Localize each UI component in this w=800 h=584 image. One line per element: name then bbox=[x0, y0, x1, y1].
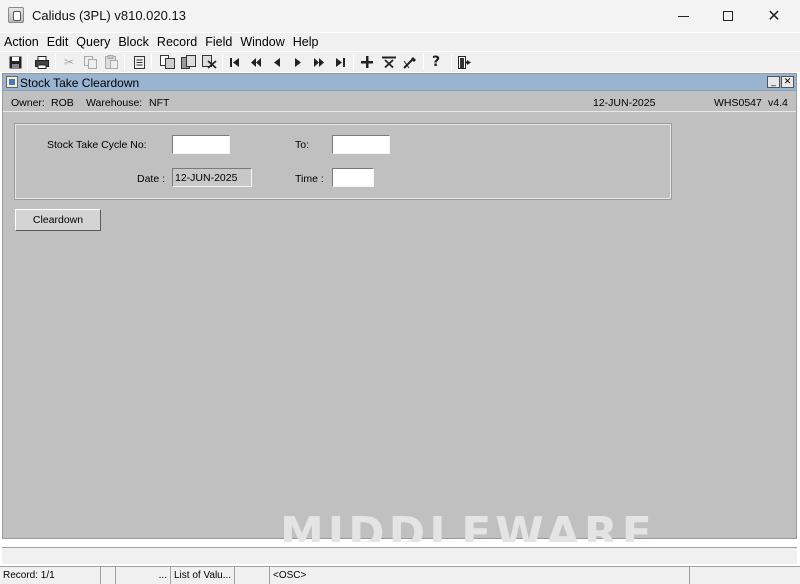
next-set-icon[interactable] bbox=[310, 53, 328, 71]
insert-record-icon[interactable] bbox=[358, 53, 376, 71]
to-label: To: bbox=[295, 139, 310, 151]
minimize-icon bbox=[677, 15, 689, 17]
middleware-watermark: MIDDLEWARE bbox=[280, 512, 656, 542]
clear-icon[interactable] bbox=[130, 53, 148, 71]
duplicate-icon[interactable] bbox=[179, 53, 197, 71]
window-title: Calidus (3PL) v810.020.13 bbox=[32, 8, 186, 23]
form-title-bar: Stock Take Cleardown _ ✕ bbox=[3, 74, 796, 91]
minimize-icon: _ bbox=[771, 77, 776, 87]
delete-record-icon[interactable] bbox=[380, 53, 398, 71]
minimize-button[interactable] bbox=[660, 0, 706, 32]
cycle-from-field[interactable] bbox=[172, 135, 230, 154]
save-icon[interactable] bbox=[6, 53, 24, 71]
paste-icon[interactable] bbox=[102, 53, 120, 71]
print-icon[interactable] bbox=[33, 53, 51, 71]
toolbar-separator bbox=[151, 54, 152, 70]
exit-icon[interactable] bbox=[456, 53, 474, 71]
toolbar-separator bbox=[222, 54, 223, 70]
toolbar-separator bbox=[353, 54, 354, 70]
owner-label: Owner: bbox=[11, 97, 45, 109]
status-cell-empty bbox=[690, 567, 800, 584]
menu-help[interactable]: Help bbox=[289, 33, 323, 51]
last-record-icon[interactable] bbox=[331, 53, 349, 71]
toolbar-separator bbox=[27, 54, 28, 70]
form-code: WHS0547 bbox=[714, 97, 762, 109]
toolbar-separator bbox=[55, 54, 56, 70]
window-title-bar: Calidus (3PL) v810.020.13 ✕ bbox=[0, 0, 800, 32]
menu-window[interactable]: Window bbox=[236, 33, 288, 51]
list-of-values-indicator: List of Valu... bbox=[171, 567, 235, 584]
insert-icon[interactable] bbox=[158, 53, 176, 71]
cycle-to-field[interactable] bbox=[332, 135, 390, 154]
close-button[interactable]: ✕ bbox=[751, 0, 797, 32]
toolbar: ✂ ? bbox=[0, 52, 800, 72]
stock-take-cleardown-window: Stock Take Cleardown _ ✕ Owner: ROB Ware… bbox=[2, 73, 797, 539]
message-bar bbox=[2, 547, 797, 565]
record-count: Record: 1/1 bbox=[0, 567, 101, 584]
first-record-icon[interactable] bbox=[226, 53, 244, 71]
mode-indicator: <OSC> bbox=[270, 567, 690, 584]
cleardown-button[interactable]: Cleardown bbox=[15, 209, 101, 231]
next-record-icon[interactable] bbox=[289, 53, 307, 71]
warehouse-label: Warehouse: bbox=[86, 97, 143, 109]
menu-action[interactable]: Action bbox=[0, 33, 43, 51]
date-label: Date : bbox=[137, 173, 166, 185]
form-version: v4.4 bbox=[768, 97, 788, 109]
form-window-icon bbox=[6, 76, 18, 88]
cleardown-criteria-panel: Stock Take Cycle No: To: Date : Time : bbox=[14, 123, 672, 200]
date-field[interactable] bbox=[172, 168, 252, 187]
form-minimize-button[interactable]: _ bbox=[767, 76, 780, 88]
help-icon[interactable]: ? bbox=[427, 53, 445, 71]
copy-icon[interactable] bbox=[81, 53, 99, 71]
menu-edit[interactable]: Edit bbox=[43, 33, 73, 51]
menu-block[interactable]: Block bbox=[114, 33, 153, 51]
maximize-icon bbox=[723, 11, 733, 21]
close-icon: ✕ bbox=[783, 77, 792, 87]
status-cell-empty bbox=[235, 567, 270, 584]
menu-bar: Action Edit Query Block Record Field Win… bbox=[0, 33, 800, 51]
owner-value: ROB bbox=[51, 97, 74, 109]
close-icon: ✕ bbox=[767, 6, 781, 25]
delete-icon[interactable] bbox=[200, 53, 218, 71]
status-bar: Record: 1/1 ... List of Valu... <OSC> bbox=[0, 566, 800, 584]
form-title: Stock Take Cleardown bbox=[20, 76, 140, 90]
current-date: 12-JUN-2025 bbox=[593, 97, 656, 109]
stock-take-cycle-label: Stock Take Cycle No: bbox=[47, 139, 147, 151]
status-cell-empty bbox=[101, 567, 116, 584]
cut-icon[interactable]: ✂ bbox=[60, 53, 78, 71]
toolbar-separator bbox=[451, 54, 452, 70]
menu-query[interactable]: Query bbox=[72, 33, 114, 51]
maximize-button[interactable] bbox=[705, 0, 751, 32]
status-ellipsis: ... bbox=[116, 567, 171, 584]
menu-field[interactable]: Field bbox=[201, 33, 236, 51]
menu-record[interactable]: Record bbox=[153, 33, 201, 51]
java-app-icon bbox=[8, 7, 24, 23]
previous-record-icon[interactable] bbox=[268, 53, 286, 71]
form-close-button[interactable]: ✕ bbox=[781, 76, 794, 88]
toolbar-separator bbox=[124, 54, 125, 70]
toolbar-separator bbox=[423, 54, 424, 70]
form-info-bar: Owner: ROB Warehouse: NFT 12-JUN-2025 WH… bbox=[3, 92, 796, 112]
time-label: Time : bbox=[295, 173, 324, 185]
warehouse-value: NFT bbox=[149, 97, 170, 109]
time-field[interactable] bbox=[332, 168, 374, 187]
edit-field-icon[interactable] bbox=[401, 53, 419, 71]
app-window: Calidus (3PL) v810.020.13 ✕ Action Edit … bbox=[0, 0, 800, 584]
previous-set-icon[interactable] bbox=[247, 53, 265, 71]
